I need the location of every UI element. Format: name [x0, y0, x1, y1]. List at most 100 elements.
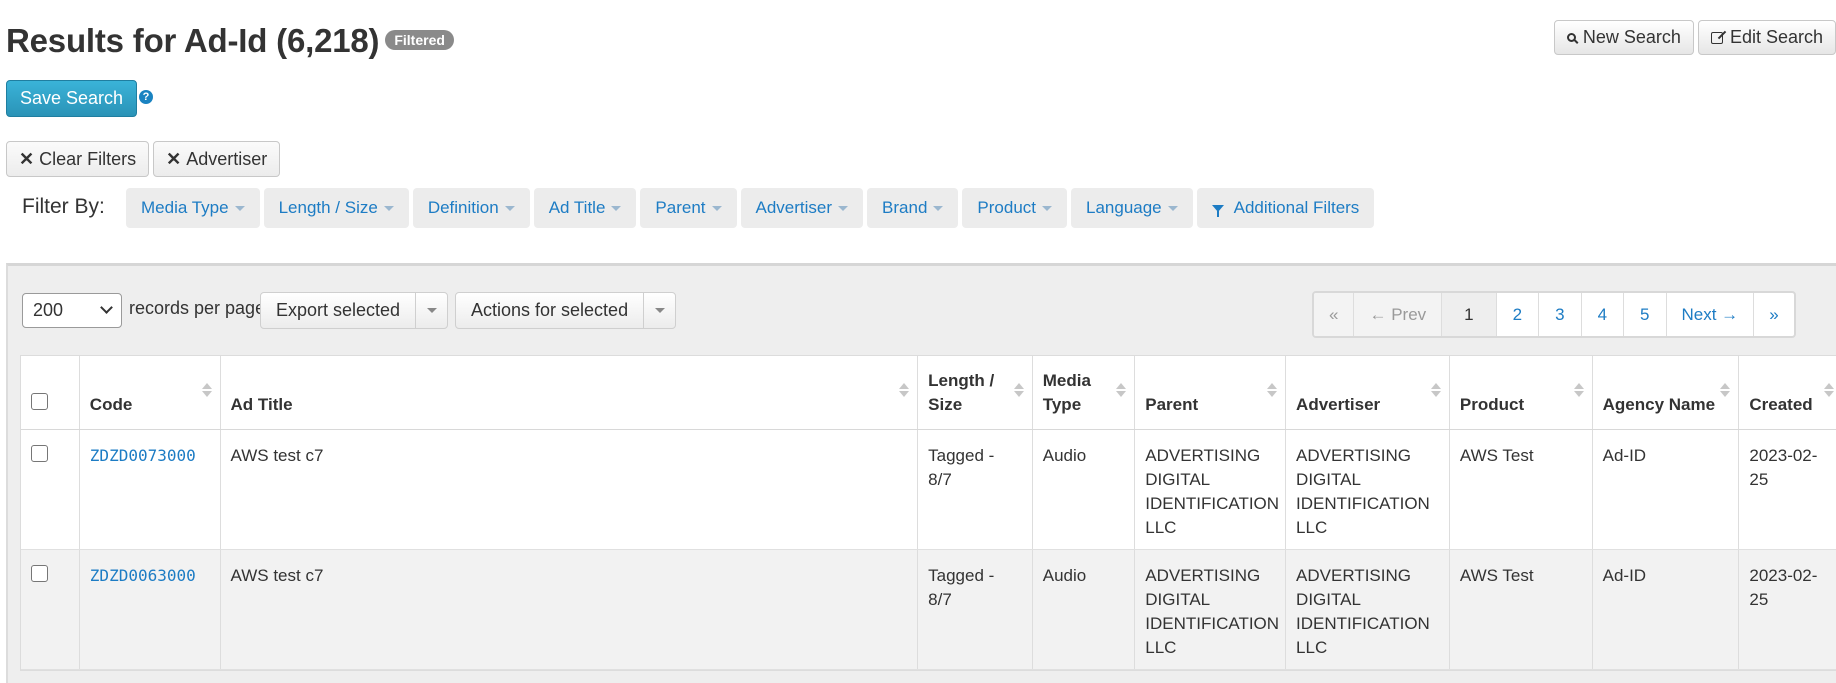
- agency-name-cell: Ad-ID: [1592, 429, 1740, 550]
- filter-product[interactable]: Product: [962, 188, 1067, 228]
- filter-definition[interactable]: Definition: [412, 188, 530, 228]
- ad-title-cell: AWS test c7: [220, 549, 919, 670]
- parent-cell: ADVERTISING DIGITAL IDENTIFICATION LLC: [1134, 429, 1287, 550]
- column-header-ad-title[interactable]: Ad Title: [220, 356, 919, 430]
- column-label: Parent: [1145, 394, 1199, 414]
- created-cell: 2023-02-25: [1738, 429, 1836, 550]
- new-search-button[interactable]: New Search: [1553, 20, 1694, 55]
- column-label: Product: [1459, 394, 1525, 414]
- column-header-code[interactable]: Code: [79, 356, 221, 430]
- caret-down-icon: [933, 205, 944, 211]
- filter-media-type[interactable]: Media Type: [126, 188, 260, 228]
- pagination-first[interactable]: «: [1314, 293, 1355, 336]
- filter-ad-title[interactable]: Ad Title: [533, 188, 637, 228]
- sort-icon: [1430, 383, 1441, 397]
- sort-icon: [201, 383, 212, 397]
- clear-filters-button[interactable]: ✕ Clear Filters: [6, 141, 150, 177]
- code-link[interactable]: ZDZD0073000: [90, 446, 196, 465]
- filter-advertiser[interactable]: Advertiser: [740, 188, 864, 228]
- filter-label: Length / Size: [278, 198, 378, 217]
- caret-down-icon: [383, 205, 394, 211]
- question-circle-icon[interactable]: ?: [139, 90, 153, 104]
- filter-label: Ad Title: [548, 198, 606, 217]
- filter-length-size[interactable]: Length / Size: [263, 188, 409, 228]
- pagination-prev[interactable]: ← Prev: [1354, 293, 1443, 336]
- caret-down-icon: [504, 205, 515, 211]
- column-label: Ad Title: [230, 394, 293, 414]
- table-row: ZDZD0073000 AWS test c7 Tagged - 8/7 Aud…: [21, 429, 1836, 550]
- filter-brand[interactable]: Brand: [867, 188, 959, 228]
- select-all-checkbox[interactable]: [31, 392, 48, 410]
- column-header-advertiser[interactable]: Advertiser: [1285, 356, 1450, 430]
- results-table: Code Ad Title Length / Size Media Type P…: [21, 356, 1836, 670]
- length-size-cell: Tagged - 8/7: [917, 429, 1033, 550]
- row-select-cell: [21, 429, 80, 550]
- records-per-page-select[interactable]: 200: [22, 293, 122, 328]
- pagination-page-3[interactable]: 3: [1539, 293, 1582, 336]
- page-title: Results for Ad-Id (6,218) Filtered: [6, 22, 454, 60]
- column-header-created[interactable]: Created: [1738, 356, 1836, 430]
- active-filters: ✕ Clear Filters ✕ Advertiser: [6, 141, 281, 177]
- additional-filters-button[interactable]: Additional Filters: [1196, 188, 1375, 228]
- pagination-page-1[interactable]: 1: [1442, 293, 1497, 336]
- export-selected-label[interactable]: Export selected: [261, 293, 415, 328]
- column-header-length-size[interactable]: Length / Size: [917, 356, 1033, 430]
- filter-by-bar: Media Type Length / Size Definition Ad T…: [126, 188, 1375, 228]
- filter-label: Language: [1086, 198, 1162, 217]
- filter-parent[interactable]: Parent: [640, 188, 737, 228]
- records-per-page-label: records per page: [129, 298, 266, 318]
- remove-advertiser-filter-button[interactable]: ✕ Advertiser: [153, 141, 281, 177]
- clear-filters-label: Clear Filters: [39, 148, 137, 169]
- actions-for-selected-button[interactable]: Actions for selected: [455, 292, 677, 329]
- filter-label: Product: [977, 198, 1036, 217]
- caret-down-icon: [611, 205, 622, 211]
- filter-label: Advertiser: [755, 198, 833, 217]
- filter-label: Definition: [427, 198, 499, 217]
- column-header-parent[interactable]: Parent: [1134, 356, 1287, 430]
- caret-down-icon: [426, 308, 437, 313]
- pagination-last[interactable]: »: [1754, 293, 1793, 336]
- chevron-down-icon: [100, 301, 113, 314]
- results-panel: 200 records per page Export selected Act…: [6, 263, 1836, 683]
- filter-label: Parent: [655, 198, 706, 217]
- caret-down-icon: [234, 205, 245, 211]
- sort-icon: [1013, 383, 1024, 397]
- sort-icon: [899, 383, 910, 397]
- column-label: Created: [1749, 394, 1813, 414]
- filter-label: Brand: [882, 198, 928, 217]
- column-header-media-type[interactable]: Media Type: [1032, 356, 1136, 430]
- actions-for-selected-label[interactable]: Actions for selected: [456, 293, 643, 328]
- length-size-cell: Tagged - 8/7: [917, 549, 1033, 670]
- sort-icon: [1116, 383, 1127, 397]
- sort-icon: [1720, 383, 1731, 397]
- pagination-page-5[interactable]: 5: [1624, 293, 1667, 336]
- save-search-button[interactable]: Save Search: [6, 80, 138, 117]
- export-selected-button[interactable]: Export selected: [260, 292, 449, 329]
- caret-down-icon: [1042, 205, 1052, 211]
- advertiser-filter-label: Advertiser: [186, 148, 268, 169]
- advertiser-cell: ADVERTISING DIGITAL IDENTIFICATION LLC: [1285, 429, 1450, 550]
- column-header-agency-name[interactable]: Agency Name: [1592, 356, 1740, 430]
- row-checkbox[interactable]: [31, 564, 48, 582]
- top-actions: New Search Edit Search: [1553, 20, 1836, 55]
- row-checkbox[interactable]: [31, 444, 48, 462]
- caret-down-icon: [838, 205, 849, 211]
- filtered-badge: Filtered: [385, 30, 454, 51]
- new-search-label: New Search: [1582, 27, 1681, 47]
- filter-language[interactable]: Language: [1071, 188, 1193, 228]
- edit-search-button[interactable]: Edit Search: [1697, 20, 1836, 55]
- actions-dropdown-toggle[interactable]: [643, 293, 675, 328]
- close-icon: ✕: [19, 148, 35, 169]
- pagination-next[interactable]: Next →: [1667, 293, 1755, 336]
- pagination-page-2[interactable]: 2: [1497, 293, 1540, 336]
- column-label: Code: [89, 394, 133, 414]
- records-per-page-value: 200: [33, 300, 64, 320]
- code-link[interactable]: ZDZD0063000: [90, 566, 196, 585]
- pagination-page-4[interactable]: 4: [1582, 293, 1625, 336]
- column-header-product[interactable]: Product: [1449, 356, 1593, 430]
- media-type-cell: Audio: [1032, 549, 1136, 670]
- sort-icon: [1573, 383, 1584, 397]
- column-label: Media Type: [1042, 370, 1091, 414]
- media-type-cell: Audio: [1032, 429, 1136, 550]
- export-dropdown-toggle[interactable]: [415, 293, 447, 328]
